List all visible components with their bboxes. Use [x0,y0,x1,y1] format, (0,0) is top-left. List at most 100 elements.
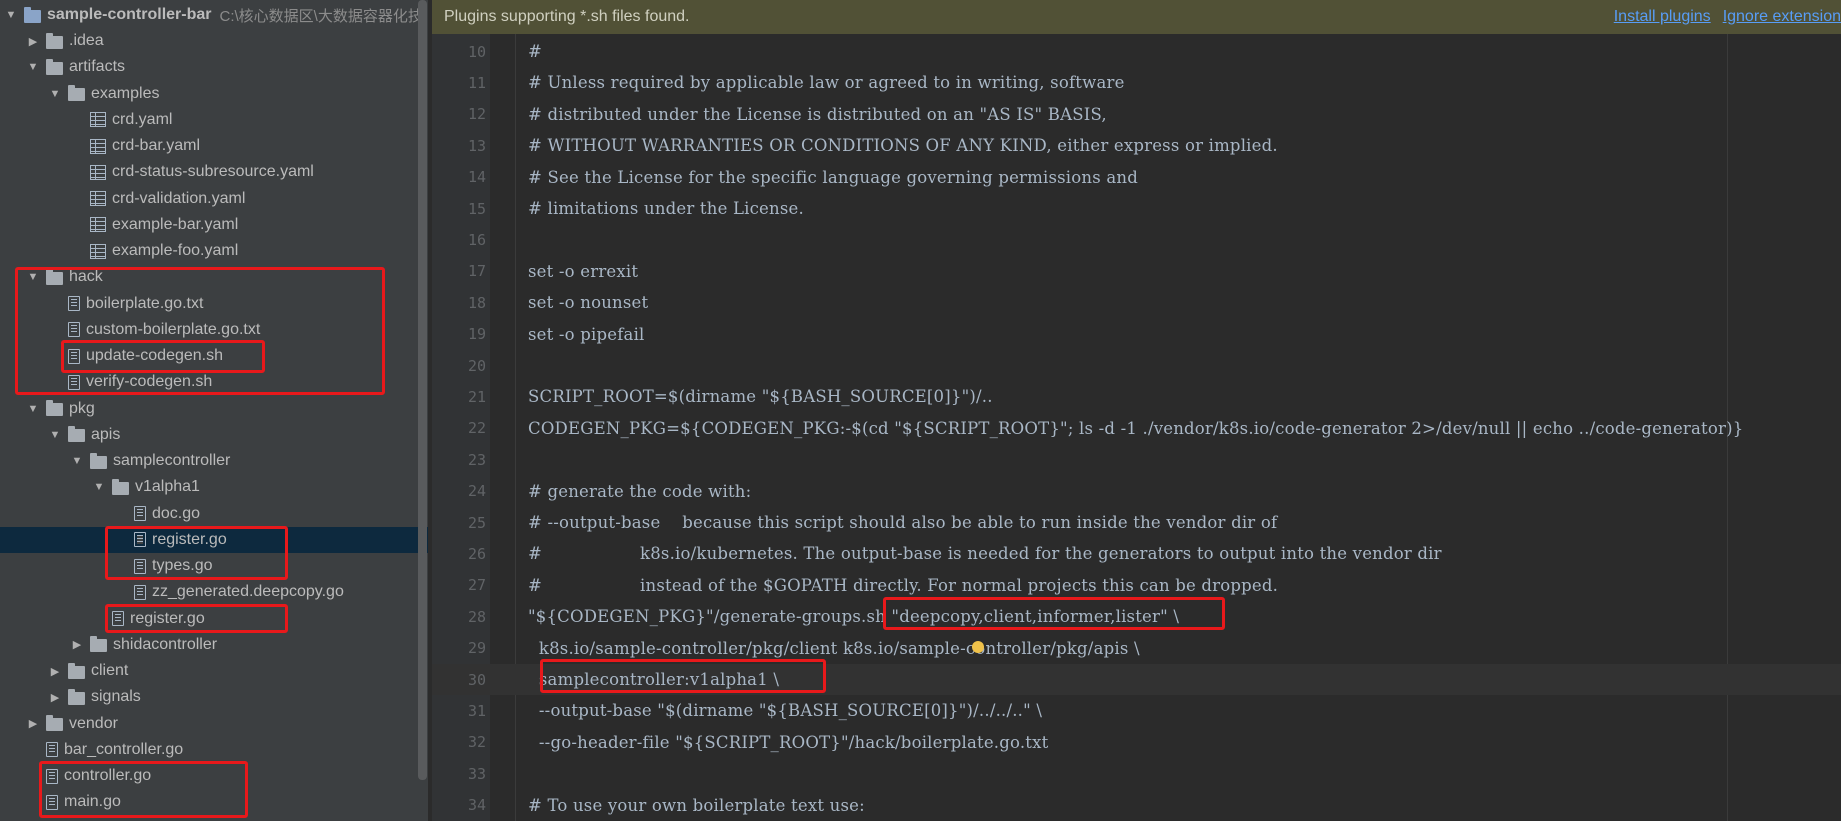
code-line[interactable]: 29 k8s.io/sample-controller/pkg/client k… [432,633,1841,664]
code-line[interactable]: 34 # To use your own boilerplate text use… [432,790,1841,821]
code-line[interactable]: 22 CODEGEN_PKG=${CODEGEN_PKG:-$(cd "${SCR… [432,413,1841,444]
code-line[interactable]: 13 # WITHOUT WARRANTIES OR CONDITIONS OF … [432,130,1841,161]
code-line[interactable]: 33 [432,758,1841,789]
code-line[interactable]: 10 # [432,36,1841,67]
tree-item[interactable]: example-foo.yaml [0,238,428,264]
tree-item[interactable]: ▼ artifacts [0,54,428,80]
tree-item[interactable]: ▼ pkg [0,396,428,422]
code-text[interactable]: "${CODEGEN_PKG}"/generate-groups.sh "dee… [528,607,1179,626]
chevron-down-icon[interactable]: ▼ [70,455,84,467]
code-line[interactable]: 23 [432,444,1841,475]
code-editor[interactable]: Plugins supporting *.sh files found. Ins… [432,0,1841,821]
code-text[interactable]: # To use your own boilerplate text use: [528,796,865,815]
code-text[interactable]: # limitations under the License. [528,199,804,218]
code-line[interactable]: 11 # Unless required by applicable law or… [432,67,1841,98]
tree-item[interactable]: crd.yaml [0,107,428,133]
tree-item[interactable]: crd-validation.yaml [0,186,428,212]
code-text[interactable]: SCRIPT_ROOT=$(dirname "${BASH_SOURCE[0]}… [528,387,993,406]
tree-item[interactable]: ▼ apis [0,422,428,448]
tree-item[interactable]: zz_generated.deepcopy.go [0,579,428,605]
code-text[interactable]: # [528,42,542,61]
code-text[interactable]: k8s.io/sample-controller/pkg/client k8s.… [528,639,1140,658]
tree-item[interactable]: crd-bar.yaml [0,133,428,159]
code-line[interactable]: 32 --go-header-file "${SCRIPT_ROOT}"/hac… [432,727,1841,758]
tree-item[interactable]: ▶ vendor [0,711,428,737]
tree-item[interactable]: ▼ hack [0,264,428,290]
code-text[interactable]: --output-base "$(dirname "${BASH_SOURCE[… [528,701,1042,720]
code-text[interactable]: CODEGEN_PKG=${CODEGEN_PKG:-$(cd "${SCRIP… [528,419,1743,438]
chevron-right-icon[interactable]: ▶ [26,35,40,48]
code-text[interactable]: samplecontroller:v1alpha1 \ [528,670,779,689]
tree-item[interactable]: ▼ samplecontroller [0,448,428,474]
tree-item[interactable]: main.go [0,789,428,815]
tree-item[interactable]: ▶ signals [0,684,428,710]
code-text[interactable]: # k8s.io/kubernetes. The output-base is … [528,544,1442,563]
code-line[interactable]: 15 # limitations under the License. [432,193,1841,224]
chevron-right-icon[interactable]: ▶ [70,638,84,651]
tree-item[interactable]: example-bar.yaml [0,212,428,238]
code-text[interactable]: --go-header-file "${SCRIPT_ROOT}"/hack/b… [528,733,1048,752]
code-line[interactable]: 17 set -o errexit [432,256,1841,287]
tree-item[interactable]: update-codegen.sh [0,343,428,369]
code-line[interactable]: 20 [432,350,1841,381]
tree-item-label: crd-status-subresource.yaml [112,163,314,181]
ignore-extension-link[interactable]: Ignore extension [1723,8,1841,26]
code-text[interactable]: # distributed under the License is distr… [528,105,1107,124]
chevron-down-icon[interactable]: ▼ [26,271,40,283]
code-text[interactable]: # --output-base because this script shou… [528,513,1277,532]
line-number: 18 [467,293,486,312]
code-line[interactable]: 14 # See the License for the specific lan… [432,162,1841,193]
tree-item[interactable]: controller.go [0,763,428,789]
tree-item[interactable]: doc.go [0,501,428,527]
line-number: 24 [467,482,486,501]
code-line[interactable]: 24 # generate the code with: [432,476,1841,507]
code-line[interactable]: 25 # --output-base because this script sh… [432,507,1841,538]
tree-item[interactable]: ▶ shidacontroller [0,632,428,658]
tree-item[interactable]: custom-boilerplate.go.txt [0,317,428,343]
lightbulb-icon[interactable] [972,641,984,653]
tree-item[interactable]: types.go [0,553,428,579]
code-text[interactable]: # generate the code with: [528,482,751,501]
code-line[interactable]: 21 SCRIPT_ROOT=$(dirname "${BASH_SOURCE[0… [432,381,1841,412]
code-text[interactable]: # instead of the $GOPATH directly. For n… [528,576,1278,595]
line-number: 26 [467,544,486,563]
tree-item[interactable]: bar_controller.go [0,737,428,763]
code-line[interactable]: 16 [432,224,1841,255]
code-text[interactable]: set -o pipefail [528,325,645,344]
code-text[interactable]: # Unless required by applicable law or a… [528,73,1125,92]
code-line[interactable]: 28 "${CODEGEN_PKG}"/generate-groups.sh "d… [432,601,1841,632]
chevron-right-icon[interactable]: ▶ [48,691,62,704]
code-line[interactable]: 26 # k8s.io/kubernetes. The output-base i… [432,538,1841,569]
tree-item[interactable]: ▶ client [0,658,428,684]
chevron-down-icon[interactable]: ▼ [26,403,40,415]
code-text[interactable]: # See the License for the specific langu… [528,168,1138,187]
tree-item[interactable]: ▶ .idea [0,28,428,54]
chevron-down-icon[interactable]: ▼ [48,88,62,100]
code-line[interactable]: 19 set -o pipefail [432,319,1841,350]
tree-item[interactable]: crd-status-subresource.yaml [0,159,428,185]
chevron-down-icon[interactable]: ▼ [48,429,62,441]
line-number: 29 [467,639,486,658]
chevron-down-icon[interactable]: ▼ [26,61,40,73]
tree-item[interactable]: boilerplate.go.txt [0,291,428,317]
install-plugins-link[interactable]: Install plugins [1614,8,1711,26]
code-line[interactable]: 18 set -o nounset [432,287,1841,318]
code-line[interactable]: 30 samplecontroller:v1alpha1 \ [432,664,1841,695]
code-line[interactable]: 31 --output-base "$(dirname "${BASH_SOUR… [432,695,1841,726]
code-text[interactable]: set -o nounset [528,293,648,312]
chevron-down-icon[interactable]: ▼ [4,9,18,21]
code-line[interactable]: 27 # instead of the $GOPATH directly. For… [432,570,1841,601]
tree-root[interactable]: ▼ sample-controller-bar C:\核心数据区\大数据容器化技 [4,2,424,28]
code-text[interactable]: # WITHOUT WARRANTIES OR CONDITIONS OF AN… [528,136,1278,155]
chevron-right-icon[interactable]: ▶ [26,717,40,730]
tree-item[interactable]: register.go [0,606,428,632]
code-text[interactable]: set -o errexit [528,262,638,281]
tree-scrollbar[interactable] [418,0,427,780]
tree-item[interactable]: ▼ v1alpha1 [0,474,428,500]
chevron-right-icon[interactable]: ▶ [48,665,62,678]
chevron-down-icon[interactable]: ▼ [92,481,106,493]
tree-item[interactable]: verify-codegen.sh [0,369,428,395]
code-line[interactable]: 12 # distributed under the License is dis… [432,99,1841,130]
tree-item[interactable]: ▼ examples [0,81,428,107]
tree-item[interactable]: register.go [0,526,428,553]
